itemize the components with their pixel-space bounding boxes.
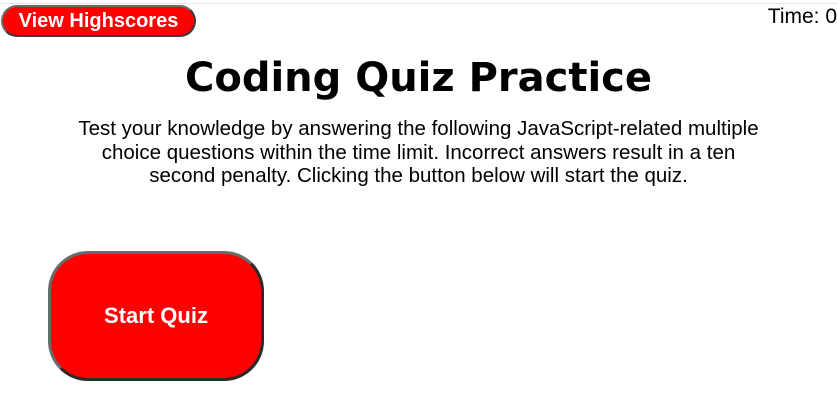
instructions-line: choice questions within the time limit. … [101, 140, 736, 164]
page-title: Coding Quiz Practice [184, 55, 653, 101]
instructions-line: second penalty. Clicking the button belo… [149, 164, 688, 187]
start-quiz-button[interactable]: Start Quiz [48, 251, 264, 381]
top-divider [0, 3, 837, 4]
timer-readout: Time: 0 [767, 5, 837, 28]
quiz-instructions: Test your knowledge by answering the fol… [0, 117, 837, 188]
instructions-line: Test your knowledge by answering the fol… [78, 117, 759, 140]
view-highscores-button[interactable]: View Highscores [1, 5, 196, 37]
